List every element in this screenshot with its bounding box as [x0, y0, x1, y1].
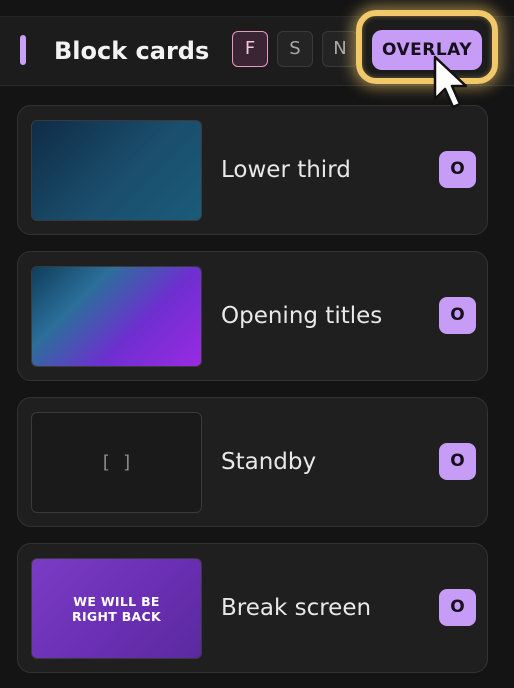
overlay-toggle-badge[interactable]: O: [439, 151, 476, 188]
block-card-break-screen[interactable]: WE WILL BE RIGHT BACK Break screen O: [17, 543, 488, 673]
card-thumbnail: WE WILL BE RIGHT BACK: [31, 558, 202, 659]
header-accent-bar: [20, 35, 26, 65]
card-thumbnail: [ ]: [31, 412, 202, 513]
block-card-opening-titles[interactable]: Opening titles O: [17, 251, 488, 381]
overlay-toggle-badge[interactable]: O: [439, 443, 476, 480]
mode-button-f[interactable]: F: [232, 31, 268, 67]
mode-button-s[interactable]: S: [277, 31, 313, 67]
overlay-toggle-badge[interactable]: O: [439, 297, 476, 334]
mouse-pointer-icon: [433, 55, 468, 109]
thumbnail-caption-line-2: RIGHT BACK: [72, 609, 161, 624]
card-label: Break screen: [221, 595, 372, 621]
empty-placeholder-icon: [ ]: [100, 452, 133, 473]
card-label: Lower third: [221, 157, 351, 183]
card-label: Standby: [221, 449, 317, 475]
panel-title: Block cards: [54, 37, 210, 65]
thumbnail-caption: WE WILL BE RIGHT BACK: [32, 594, 201, 624]
block-card-lower-third[interactable]: Lower third O: [17, 105, 488, 235]
overlay-toggle-badge[interactable]: O: [439, 589, 476, 626]
card-thumbnail: [31, 120, 202, 221]
block-cards-panel: Block cards F S N OVERLAY Lower third O …: [0, 0, 514, 688]
mode-button-n[interactable]: N: [322, 31, 358, 67]
thumbnail-caption-line-1: WE WILL BE: [73, 594, 160, 609]
block-card-standby[interactable]: [ ] Standby O: [17, 397, 488, 527]
card-thumbnail: [31, 266, 202, 367]
card-label: Opening titles: [221, 303, 383, 329]
